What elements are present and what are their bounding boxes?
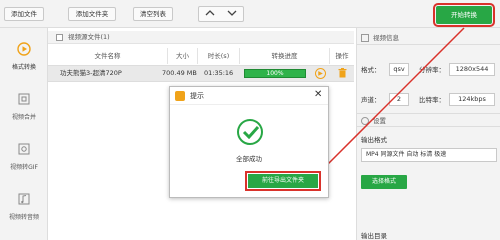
resolution-label: 分辨率： <box>419 66 445 74</box>
sidebar-item-video-to-audio[interactable]: 视频转音频 <box>0 186 48 232</box>
move-up-icon[interactable] <box>199 8 221 21</box>
settings-title: 设置 <box>373 117 386 125</box>
resolution-value: 1280x544 <box>449 63 495 76</box>
dialog-message: 全部成功 <box>236 155 262 163</box>
video-info-header: 视频信息 <box>357 31 500 45</box>
column-header-progress: 转换进度 <box>240 48 330 64</box>
gear-icon <box>361 117 369 125</box>
app-logo-icon <box>175 91 185 101</box>
clear-list-button[interactable]: 清空列表 <box>133 7 173 21</box>
toolbar: 添加文件 添加文件夹 清空列表 开始转换 <box>0 0 500 28</box>
success-dialog: 提示 ✕ 全部成功 前往导出文件夹 <box>169 86 329 198</box>
bitrate-value: 124kbps <box>449 93 495 106</box>
merge-icon <box>18 93 30 105</box>
output-dir-label: 输出目录 <box>361 232 387 240</box>
column-header-duration: 时长(s) <box>198 48 240 64</box>
checkmark-icon <box>237 119 263 145</box>
column-header-actions: 操作 <box>335 52 349 60</box>
open-export-folder-button[interactable]: 前往导出文件夹 <box>245 171 321 191</box>
gif-icon <box>18 143 30 155</box>
info-icon <box>361 34 369 42</box>
start-convert-button[interactable]: 开始转换 <box>433 3 495 27</box>
move-buttons <box>198 6 244 22</box>
file-name: 功夫熊猫3-超清720P <box>60 69 122 77</box>
file-size: 700.49 MB <box>162 69 197 77</box>
sidebar-item-label: 视频合并 <box>11 114 36 121</box>
file-list-header: 视频源文件(1) <box>48 31 354 44</box>
progress-bar: 100% <box>244 69 306 78</box>
music-note-icon <box>18 193 30 205</box>
sidebar-item-video-merge[interactable]: 视频合并 <box>0 86 48 132</box>
table-row[interactable]: 功夫熊猫3-超清720P 700.49 MB 01:35:16 100% ▶ <box>48 65 354 82</box>
output-format-label: 输出格式 <box>361 136 387 144</box>
play-circle-icon <box>17 42 31 56</box>
add-folder-button[interactable]: 添加文件夹 <box>68 7 116 21</box>
format-value: qsv <box>389 63 409 76</box>
column-header-size: 大小 <box>168 48 198 64</box>
sidebar-item-format-convert[interactable]: 格式转换 <box>0 36 48 82</box>
format-label: 格式： <box>361 66 381 74</box>
sidebar: 格式转换 视频合并 视频转GIF 视频转音频 <box>0 28 48 240</box>
add-file-button[interactable]: 添加文件 <box>4 7 44 21</box>
sidebar-item-label: 视频转音频 <box>8 214 39 221</box>
dialog-title: 提示 <box>190 92 204 100</box>
file-list-title: 视频源文件(1) <box>68 33 110 41</box>
settings-header: 设置 <box>357 113 500 127</box>
select-format-button[interactable]: 选择格式 <box>361 175 407 189</box>
sidebar-item-label: 格式转换 <box>11 64 36 71</box>
sidebar-item-video-to-gif[interactable]: 视频转GIF <box>0 136 48 182</box>
file-duration: 01:35:16 <box>204 69 234 77</box>
move-down-icon[interactable] <box>221 8 243 21</box>
select-all-checkbox[interactable] <box>56 34 63 41</box>
channel-value: 2 <box>389 93 409 106</box>
channel-label: 声道： <box>361 96 381 104</box>
bitrate-label: 比特率： <box>419 96 445 104</box>
close-icon[interactable]: ✕ <box>314 89 322 101</box>
column-header-name: 文件名称 <box>48 48 168 64</box>
sidebar-item-label: 视频转GIF <box>10 164 38 171</box>
video-info-title: 视频信息 <box>373 34 399 42</box>
output-format-field[interactable]: MP4 同源文件 自动 标清 极速 <box>361 148 497 162</box>
trash-icon[interactable] <box>338 68 347 82</box>
dialog-titlebar: 提示 ✕ <box>170 87 328 105</box>
info-panel: 视频信息 格式： qsv 分辨率： 1280x544 声道： 2 比特率： 12… <box>356 28 500 240</box>
play-icon[interactable]: ▶ <box>315 68 326 79</box>
